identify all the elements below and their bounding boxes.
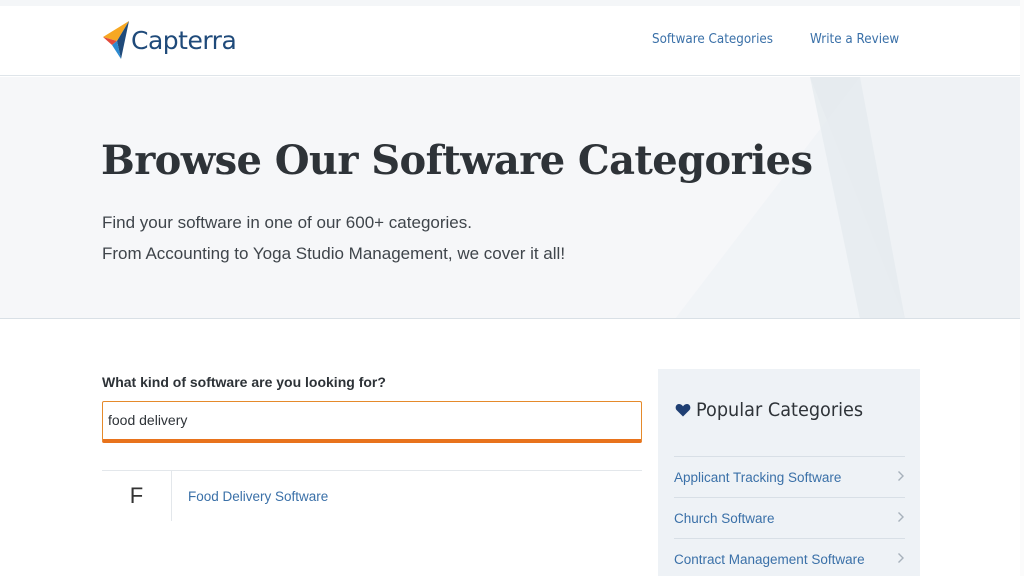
hero-subtitle-line-2: From Accounting to Yoga Studio Managemen… (102, 244, 566, 263)
search-box[interactable] (102, 401, 642, 443)
header-nav: Software Categories Write a Review (652, 32, 907, 47)
capterra-logo[interactable]: Capterra (103, 20, 237, 60)
popular-item-church[interactable]: Church Software (674, 498, 905, 539)
capterra-logo-icon (103, 21, 129, 59)
nav-write-a-review[interactable]: Write a Review (810, 32, 899, 47)
popular-categories-title: Popular Categories (696, 399, 864, 421)
right-edge (1020, 0, 1024, 576)
nav-software-categories[interactable]: Software Categories (652, 32, 773, 47)
popular-item-label[interactable]: Applicant Tracking Software (674, 470, 841, 485)
page-title: Browse Our Software Categories (101, 137, 813, 184)
popular-item-contract-management[interactable]: Contract Management Software (674, 539, 905, 576)
search-results: F Food Delivery Software (102, 470, 642, 521)
chevron-right-icon (898, 553, 904, 563)
search-input[interactable] (108, 412, 628, 428)
popular-item-label[interactable]: Church Software (674, 511, 775, 526)
popular-item-label[interactable]: Contract Management Software (674, 552, 865, 567)
result-row: F Food Delivery Software (102, 471, 642, 521)
hero-subtitle-line-1: Find your software in one of our 600+ ca… (102, 213, 472, 232)
result-link-food-delivery-software[interactable]: Food Delivery Software (188, 489, 328, 504)
chevron-right-icon (898, 471, 904, 481)
search-label: What kind of software are you looking fo… (102, 374, 386, 390)
popular-categories-heading: Popular Categories (675, 399, 876, 421)
chevron-right-icon (898, 512, 904, 522)
hero-decoration (675, 77, 1024, 318)
heart-icon (675, 403, 691, 417)
result-letter: F (102, 471, 172, 521)
hero-banner: Browse Our Software Categories Find your… (0, 77, 1024, 319)
popular-categories-list: Applicant Tracking Software Church Softw… (674, 456, 905, 576)
popular-categories-panel: Popular Categories Applicant Tracking So… (658, 369, 920, 576)
site-header: Capterra Software Categories Write a Rev… (0, 6, 1024, 76)
popular-item-applicant-tracking[interactable]: Applicant Tracking Software (674, 457, 905, 498)
logo-text: Capterra (131, 25, 237, 55)
